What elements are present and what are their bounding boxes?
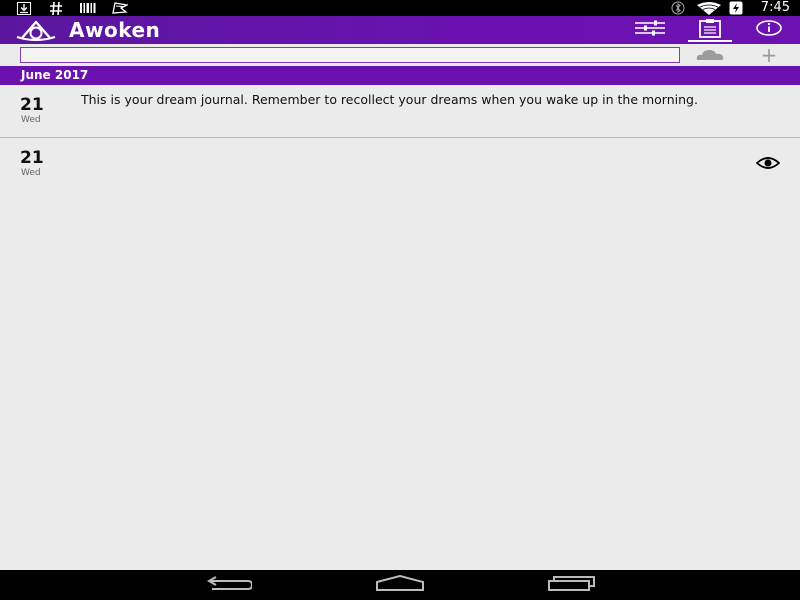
back-arrow-icon (206, 575, 254, 595)
entry-day: 21 (20, 148, 44, 168)
home-icon (375, 574, 425, 595)
clipboard-button[interactable] (688, 16, 732, 44)
app-bar: Awoken (0, 16, 800, 44)
info-icon (756, 20, 782, 40)
app-logo-icon (16, 18, 56, 42)
eye-icon[interactable] (755, 155, 781, 169)
search-input[interactable] (20, 47, 680, 63)
battery-charging-icon (729, 1, 743, 15)
status-time: 7:45 (760, 0, 790, 15)
month-header-label: June 2017 (21, 68, 89, 82)
recent-apps-icon (548, 575, 596, 595)
back-button[interactable] (205, 572, 254, 598)
month-header: June 2017 (0, 66, 800, 85)
entry-weekday: Wed (21, 115, 41, 125)
wifi-icon (697, 1, 721, 15)
settings-sliders-icon (635, 20, 665, 40)
cloud-icon (696, 46, 724, 65)
barcode-icon (80, 1, 96, 15)
journal-entry[interactable]: 21 Wed This is your dream journal. Remem… (0, 85, 800, 137)
hash-icon (49, 1, 63, 15)
status-bar: 7:45 (0, 0, 800, 16)
app-title: Awoken (69, 18, 161, 42)
journal-entry[interactable]: 21 Wed (0, 138, 800, 184)
recent-apps-button[interactable] (548, 572, 596, 598)
home-button[interactable] (375, 572, 425, 598)
settings-sliders-button[interactable] (628, 16, 672, 44)
add-entry-button[interactable]: + (756, 45, 782, 65)
entry-text: This is your dream journal. Remember to … (81, 92, 698, 107)
flag-icon (112, 1, 128, 15)
cloud-sync-button[interactable] (694, 46, 726, 64)
entry-day: 21 (20, 95, 44, 115)
clipboard-icon (698, 18, 722, 42)
entry-weekday: Wed (21, 168, 41, 178)
navigation-bar (0, 570, 800, 600)
bluetooth-icon (671, 1, 685, 15)
info-button[interactable] (747, 16, 791, 44)
download-icon (17, 1, 31, 15)
